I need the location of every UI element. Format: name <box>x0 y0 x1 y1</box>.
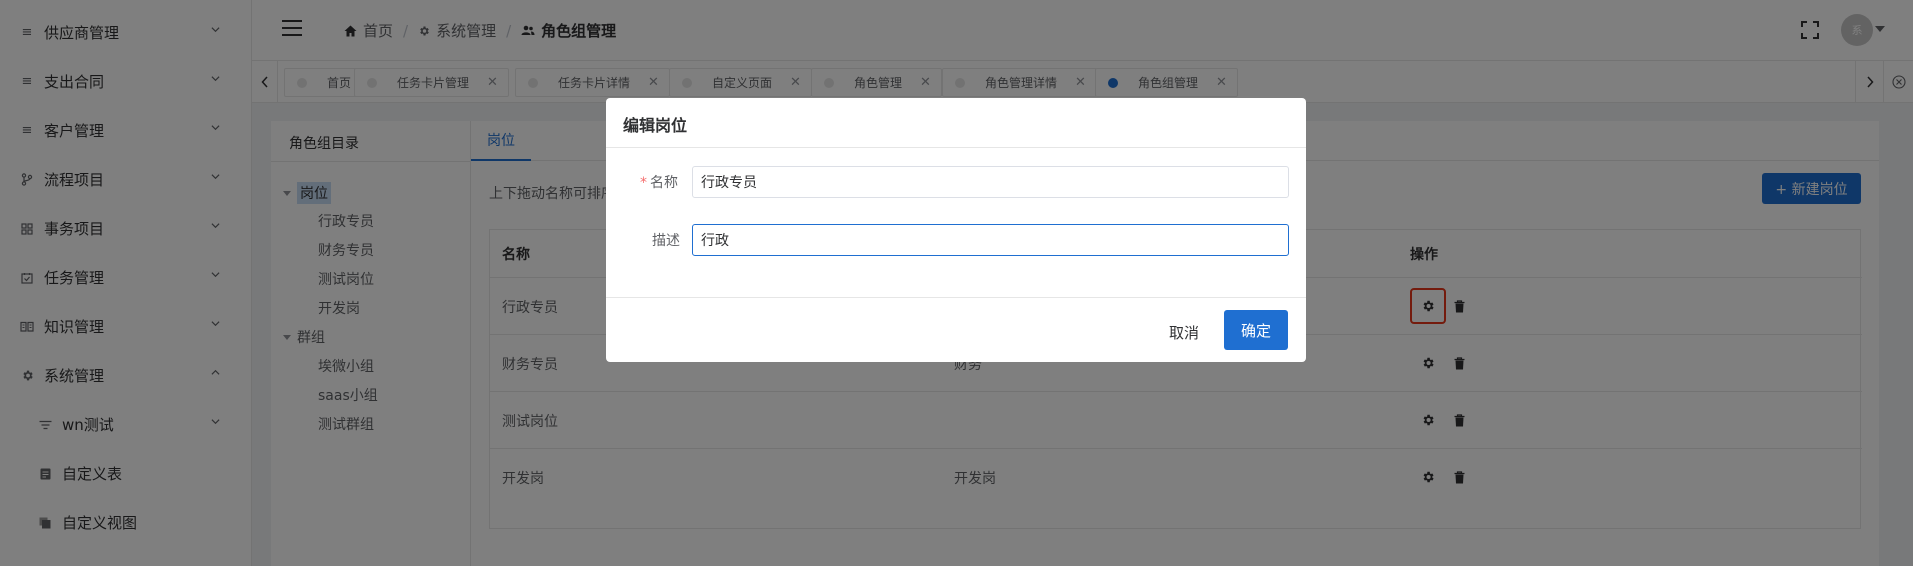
desc-field[interactable]: 行政 <box>692 224 1289 256</box>
desc-label: 描述 <box>652 233 680 249</box>
dialog-title: 编辑岗位 <box>623 116 688 135</box>
cancel-button[interactable]: 取消 <box>1156 312 1212 352</box>
edit-position-dialog: 编辑岗位 * 名称 行政专员 描述 行政 取消 确定 <box>606 98 1306 362</box>
confirm-button[interactable]: 确定 <box>1224 310 1288 350</box>
name-label: * 名称 <box>640 175 678 191</box>
required-asterisk: * <box>640 175 647 191</box>
name-field[interactable]: 行政专员 <box>692 166 1289 198</box>
